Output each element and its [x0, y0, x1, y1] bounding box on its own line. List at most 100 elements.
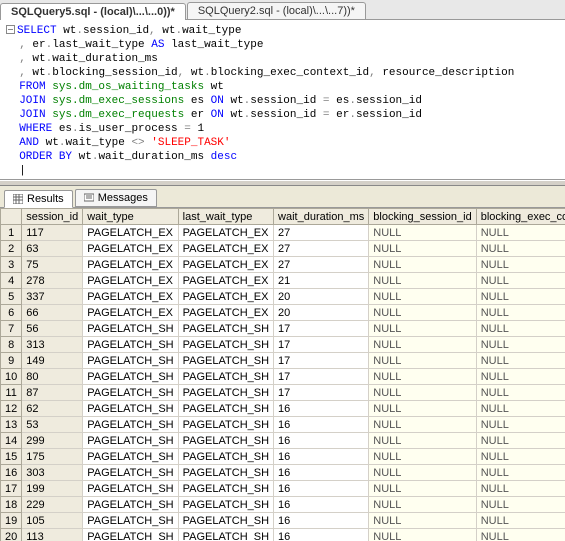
- cell-null[interactable]: NULL: [369, 465, 476, 481]
- cell[interactable]: 16: [274, 417, 369, 433]
- cell[interactable]: 16: [274, 481, 369, 497]
- cell[interactable]: PAGELATCH_SH: [83, 417, 178, 433]
- cell-session-id[interactable]: 63: [22, 241, 83, 257]
- cell-null[interactable]: NULL: [476, 481, 565, 497]
- cell[interactable]: PAGELATCH_EX: [83, 241, 178, 257]
- cell[interactable]: PAGELATCH_EX: [83, 225, 178, 241]
- table-row[interactable]: 17199PAGELATCH_SHPAGELATCH_SH16NULLNULL8…: [1, 481, 565, 497]
- table-row[interactable]: 19105PAGELATCH_SHPAGELATCH_SH16NULLNULL8…: [1, 513, 565, 529]
- cell[interactable]: PAGELATCH_SH: [83, 449, 178, 465]
- table-row[interactable]: 4278PAGELATCH_EXPAGELATCH_EX21NULLNULL8:…: [1, 273, 565, 289]
- cell-null[interactable]: NULL: [369, 385, 476, 401]
- table-row[interactable]: 1187PAGELATCH_SHPAGELATCH_SH17NULLNULL8:…: [1, 385, 565, 401]
- cell[interactable]: 16: [274, 465, 369, 481]
- cell-session-id[interactable]: 80: [22, 369, 83, 385]
- cell-null[interactable]: NULL: [476, 369, 565, 385]
- cell[interactable]: 20: [274, 305, 369, 321]
- cell[interactable]: 27: [274, 257, 369, 273]
- messages-tab[interactable]: Messages: [75, 189, 157, 207]
- cell-null[interactable]: NULL: [369, 401, 476, 417]
- cell-null[interactable]: NULL: [369, 353, 476, 369]
- cell[interactable]: PAGELATCH_EX: [178, 257, 273, 273]
- cell[interactable]: PAGELATCH_SH: [178, 321, 273, 337]
- cell-session-id[interactable]: 149: [22, 353, 83, 369]
- cell[interactable]: 16: [274, 449, 369, 465]
- row-number[interactable]: 2: [1, 241, 22, 257]
- table-row[interactable]: 1117PAGELATCH_EXPAGELATCH_EX27NULLNULL8:…: [1, 225, 565, 241]
- cell[interactable]: PAGELATCH_EX: [178, 241, 273, 257]
- table-row[interactable]: 1262PAGELATCH_SHPAGELATCH_SH16NULLNULL8:…: [1, 401, 565, 417]
- cell-session-id[interactable]: 56: [22, 321, 83, 337]
- cell-null[interactable]: NULL: [476, 529, 565, 541]
- cell-null[interactable]: NULL: [369, 305, 476, 321]
- cell[interactable]: 16: [274, 401, 369, 417]
- cell[interactable]: PAGELATCH_SH: [83, 321, 178, 337]
- cell[interactable]: 17: [274, 337, 369, 353]
- cell-null[interactable]: NULL: [369, 417, 476, 433]
- table-row[interactable]: 5337PAGELATCH_EXPAGELATCH_EX20NULLNULL8:…: [1, 289, 565, 305]
- column-header[interactable]: wait_duration_ms: [274, 209, 369, 225]
- cell[interactable]: 16: [274, 497, 369, 513]
- table-row[interactable]: 8313PAGELATCH_SHPAGELATCH_SH17NULLNULL8:…: [1, 337, 565, 353]
- cell-session-id[interactable]: 113: [22, 529, 83, 541]
- cell[interactable]: PAGELATCH_SH: [83, 497, 178, 513]
- cell-null[interactable]: NULL: [476, 305, 565, 321]
- cell[interactable]: PAGELATCH_SH: [178, 369, 273, 385]
- cell-null[interactable]: NULL: [476, 449, 565, 465]
- cell-null[interactable]: NULL: [369, 513, 476, 529]
- cell-session-id[interactable]: 303: [22, 465, 83, 481]
- row-number[interactable]: 15: [1, 449, 22, 465]
- cell-session-id[interactable]: 337: [22, 289, 83, 305]
- cell-null[interactable]: NULL: [369, 337, 476, 353]
- results-grid[interactable]: session_idwait_typelast_wait_typewait_du…: [0, 208, 565, 541]
- cell-session-id[interactable]: 105: [22, 513, 83, 529]
- cell[interactable]: PAGELATCH_SH: [178, 497, 273, 513]
- cell[interactable]: 17: [274, 385, 369, 401]
- cell[interactable]: PAGELATCH_SH: [83, 529, 178, 541]
- cell-session-id[interactable]: 278: [22, 273, 83, 289]
- cell-session-id[interactable]: 75: [22, 257, 83, 273]
- cell[interactable]: 16: [274, 513, 369, 529]
- table-row[interactable]: 1080PAGELATCH_SHPAGELATCH_SH17NULLNULL8:…: [1, 369, 565, 385]
- cell[interactable]: PAGELATCH_SH: [178, 513, 273, 529]
- cell[interactable]: 21: [274, 273, 369, 289]
- cell[interactable]: 17: [274, 321, 369, 337]
- cell-null[interactable]: NULL: [476, 241, 565, 257]
- column-header[interactable]: session_id: [22, 209, 83, 225]
- cell-null[interactable]: NULL: [369, 369, 476, 385]
- cell[interactable]: PAGELATCH_SH: [83, 481, 178, 497]
- row-number[interactable]: 4: [1, 273, 22, 289]
- column-header[interactable]: wait_type: [83, 209, 178, 225]
- cell-null[interactable]: NULL: [369, 241, 476, 257]
- cell[interactable]: PAGELATCH_SH: [83, 401, 178, 417]
- table-row[interactable]: 9149PAGELATCH_SHPAGELATCH_SH17NULLNULL8:…: [1, 353, 565, 369]
- cell[interactable]: 27: [274, 241, 369, 257]
- cell[interactable]: PAGELATCH_SH: [83, 353, 178, 369]
- cell-null[interactable]: NULL: [476, 337, 565, 353]
- row-number[interactable]: 8: [1, 337, 22, 353]
- cell-session-id[interactable]: 229: [22, 497, 83, 513]
- column-header[interactable]: [1, 209, 22, 225]
- cell-null[interactable]: NULL: [476, 465, 565, 481]
- table-row[interactable]: 1353PAGELATCH_SHPAGELATCH_SH16NULLNULL8:…: [1, 417, 565, 433]
- cell[interactable]: PAGELATCH_SH: [83, 465, 178, 481]
- cell[interactable]: PAGELATCH_SH: [178, 529, 273, 541]
- cell-null[interactable]: NULL: [369, 321, 476, 337]
- table-row[interactable]: 666PAGELATCH_EXPAGELATCH_EX20NULLNULL8:1…: [1, 305, 565, 321]
- cell-null[interactable]: NULL: [369, 433, 476, 449]
- row-number[interactable]: 19: [1, 513, 22, 529]
- cell-null[interactable]: NULL: [369, 273, 476, 289]
- cell-null[interactable]: NULL: [369, 225, 476, 241]
- cell[interactable]: 20: [274, 289, 369, 305]
- row-number[interactable]: 20: [1, 529, 22, 541]
- cell-session-id[interactable]: 53: [22, 417, 83, 433]
- results-tab[interactable]: Results: [4, 190, 73, 208]
- cell-null[interactable]: NULL: [369, 529, 476, 541]
- cell-null[interactable]: NULL: [476, 289, 565, 305]
- cell[interactable]: 17: [274, 369, 369, 385]
- row-number[interactable]: 9: [1, 353, 22, 369]
- cell-null[interactable]: NULL: [476, 417, 565, 433]
- cell[interactable]: PAGELATCH_EX: [83, 289, 178, 305]
- table-row[interactable]: 16303PAGELATCH_SHPAGELATCH_SH16NULLNULL8…: [1, 465, 565, 481]
- fold-icon[interactable]: [6, 25, 15, 34]
